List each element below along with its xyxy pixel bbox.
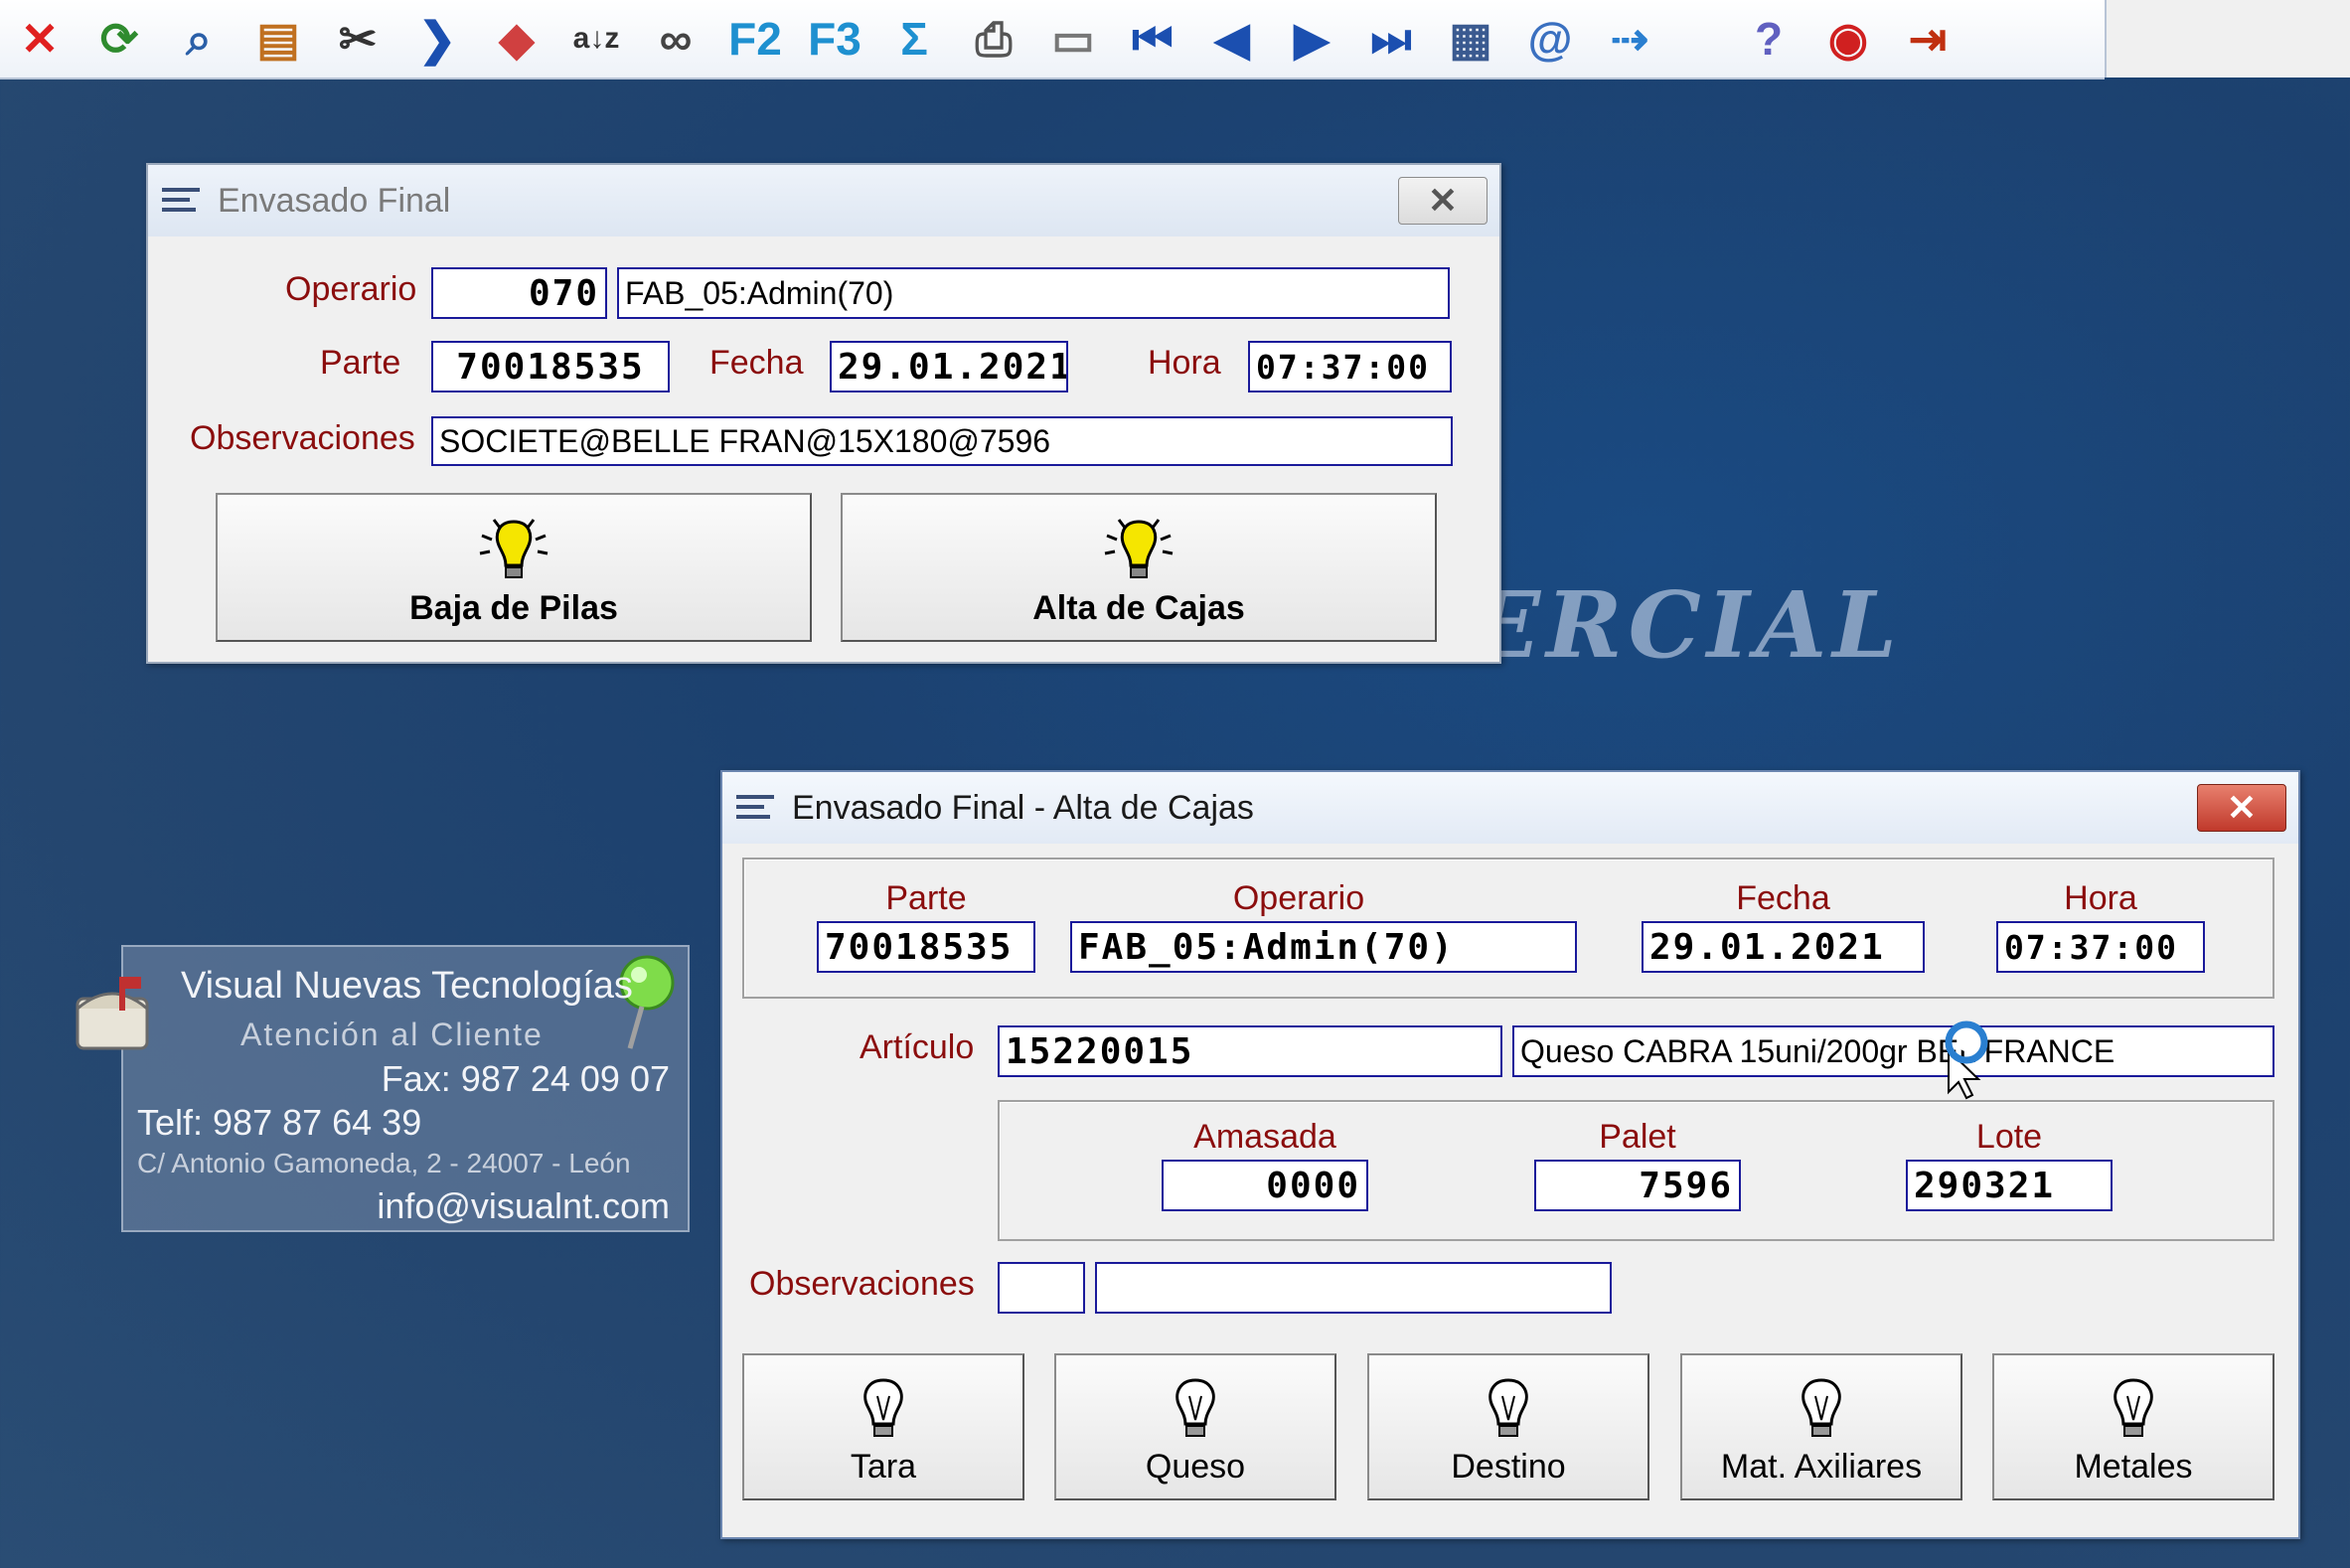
- hora-field[interactable]: 07:37:00: [1248, 341, 1452, 392]
- mat-axiliares-label: Mat. Axiliares: [1720, 1448, 1923, 1486]
- lightbulb-icon: [2114, 1378, 2153, 1437]
- tara-button[interactable]: Tara: [742, 1353, 1024, 1500]
- phone-number: Telf: 987 87 64 39: [137, 1102, 422, 1143]
- window-title: Envasado Final - Alta de Cajas: [792, 788, 1254, 827]
- lightbulb-icon: [1175, 1378, 1215, 1437]
- binoculars-icon[interactable]: ∞: [646, 9, 705, 69]
- articulo-label: Artículo: [860, 1028, 975, 1066]
- form-icon: [736, 793, 774, 823]
- operario-field[interactable]: FAB_05:Admin(70): [1070, 921, 1577, 973]
- printer-icon[interactable]: ⎙: [964, 9, 1023, 69]
- close-x-icon[interactable]: ✕: [10, 9, 70, 69]
- fecha-label: Fecha: [1736, 879, 1830, 917]
- alta-de-cajas-label: Alta de Cajas: [1032, 589, 1245, 627]
- exit-icon[interactable]: ⇥: [1898, 9, 1958, 69]
- alta-de-cajas-button[interactable]: Alta de Cajas: [841, 493, 1437, 642]
- about-icon[interactable]: ◉: [1818, 9, 1878, 69]
- envasado-final-window: Envasado Final ✕ Operario 070 FAB_05:Adm…: [146, 163, 1501, 664]
- hora-label: Hora: [1148, 344, 1221, 382]
- baja-de-pilas-button[interactable]: Baja de Pilas: [216, 493, 812, 642]
- destino-button[interactable]: Destino: [1367, 1353, 1649, 1500]
- support-subtitle: Atención al Cliente: [240, 1017, 544, 1052]
- operario-code-field[interactable]: 070: [431, 267, 607, 319]
- document-icon[interactable]: ▤: [248, 9, 308, 69]
- lightbulb-icon: [863, 1378, 903, 1437]
- parte-field[interactable]: 70018535: [817, 921, 1035, 973]
- queso-button[interactable]: Queso: [1054, 1353, 1336, 1500]
- email-icon[interactable]: @: [1520, 9, 1580, 69]
- refresh-icon[interactable]: ⟳: [89, 9, 149, 69]
- address: C/ Antonio Gamoneda, 2 - 24007 - León: [137, 1148, 631, 1178]
- search-icon[interactable]: ⌕: [169, 9, 229, 69]
- lightbulb-icon: [1802, 1378, 1841, 1437]
- next-chevron-icon[interactable]: ❯: [407, 9, 467, 69]
- destino-label: Destino: [1451, 1448, 1566, 1486]
- lightbulb-icon: [479, 519, 548, 578]
- busy-cursor-icon: [1945, 1020, 1988, 1100]
- amasada-label: Amasada: [1193, 1118, 1336, 1156]
- background-watermark: ERCIAL: [1471, 571, 1903, 679]
- title-bar[interactable]: Envasado Final ✕: [148, 165, 1499, 236]
- next-record-icon[interactable]: ▶: [1282, 9, 1341, 69]
- operario-name-field[interactable]: FAB_05:Admin(70): [617, 267, 1450, 319]
- email-link[interactable]: info@visualnt.com: [377, 1185, 670, 1227]
- main-toolbar: ✕ ⟳ ⌕ ▤ ✂ ❯ ◆ a↓z ∞ F2 F3 Σ ⎙ ▭ ⏮ ◀ ▶ ⏭ …: [0, 0, 2105, 79]
- parte-label: Parte: [320, 344, 401, 382]
- tara-label: Tara: [850, 1448, 917, 1486]
- last-record-icon[interactable]: ⏭: [1361, 9, 1421, 69]
- queso-label: Queso: [1145, 1448, 1246, 1486]
- f2-icon[interactable]: F2: [725, 9, 785, 69]
- hora-field[interactable]: 07:37:00: [1996, 921, 2205, 973]
- observaciones-code-field[interactable]: [998, 1262, 1085, 1314]
- operario-label: Operario: [1232, 879, 1365, 917]
- amasada-field[interactable]: 0000: [1162, 1160, 1368, 1211]
- fecha-label: Fecha: [709, 344, 804, 382]
- hora-label: Hora: [2064, 879, 2137, 917]
- form-icon: [162, 186, 200, 216]
- f3-icon[interactable]: F3: [805, 9, 864, 69]
- palet-label: Palet: [1599, 1118, 1676, 1156]
- observaciones-label: Observaciones: [190, 419, 415, 457]
- export-icon[interactable]: ⇢: [1600, 9, 1659, 69]
- window-title: Envasado Final: [218, 181, 451, 220]
- first-record-icon[interactable]: ⏮: [1123, 9, 1182, 69]
- articulo-description-field[interactable]: Queso CABRA 15uni/200gr BEL FRANCE: [1512, 1025, 2274, 1077]
- fecha-field[interactable]: 29.01.2021: [830, 341, 1068, 392]
- operario-label: Operario: [285, 270, 417, 308]
- company-name: Visual Nuevas Tecnologías: [181, 965, 633, 1007]
- lightbulb-icon: [1488, 1378, 1528, 1437]
- observaciones-field[interactable]: SOCIETE@BELLE FRAN@15X180@7596: [431, 416, 1453, 466]
- sum-icon[interactable]: Σ: [884, 9, 944, 69]
- calculator-icon[interactable]: ▦: [1441, 9, 1500, 69]
- tools-icon[interactable]: ✂: [328, 9, 388, 69]
- help-icon[interactable]: ?: [1739, 9, 1799, 69]
- metales-label: Metales: [2074, 1448, 2193, 1486]
- toolbar-filler: [2105, 0, 2350, 78]
- parte-field[interactable]: 70018535: [431, 341, 670, 392]
- title-bar[interactable]: Envasado Final - Alta de Cajas ✕: [722, 772, 2298, 844]
- metales-button[interactable]: Metales: [1992, 1353, 2274, 1500]
- sort-az-icon[interactable]: a↓z: [566, 9, 626, 69]
- observaciones-label: Observaciones: [749, 1265, 975, 1303]
- lote-label: Lote: [1975, 1118, 2043, 1156]
- close-button[interactable]: ✕: [2197, 784, 2286, 832]
- articulo-code-field[interactable]: 15220015: [998, 1025, 1502, 1077]
- baja-de-pilas-label: Baja de Pilas: [409, 589, 618, 627]
- mailbox-icon: [76, 977, 149, 1050]
- support-panel: Visual Nuevas Tecnologías Atención al Cl…: [76, 945, 690, 1232]
- book-icon[interactable]: ◆: [487, 9, 547, 69]
- close-button[interactable]: ✕: [1398, 177, 1488, 225]
- fax-number: Fax: 987 24 09 07: [381, 1058, 670, 1099]
- lightbulb-icon: [1104, 519, 1174, 578]
- fecha-field[interactable]: 29.01.2021: [1642, 921, 1925, 973]
- previous-record-icon[interactable]: ◀: [1202, 9, 1262, 69]
- observaciones-text-field[interactable]: [1095, 1262, 1612, 1314]
- alta-de-cajas-window: Envasado Final - Alta de Cajas ✕ Parte 7…: [720, 770, 2300, 1539]
- parte-label: Parte: [885, 879, 967, 917]
- palet-field[interactable]: 7596: [1534, 1160, 1741, 1211]
- lote-field[interactable]: 290321: [1906, 1160, 2113, 1211]
- mat-axiliares-button[interactable]: Mat. Axiliares: [1680, 1353, 1962, 1500]
- usb-icon[interactable]: ▭: [1043, 9, 1103, 69]
